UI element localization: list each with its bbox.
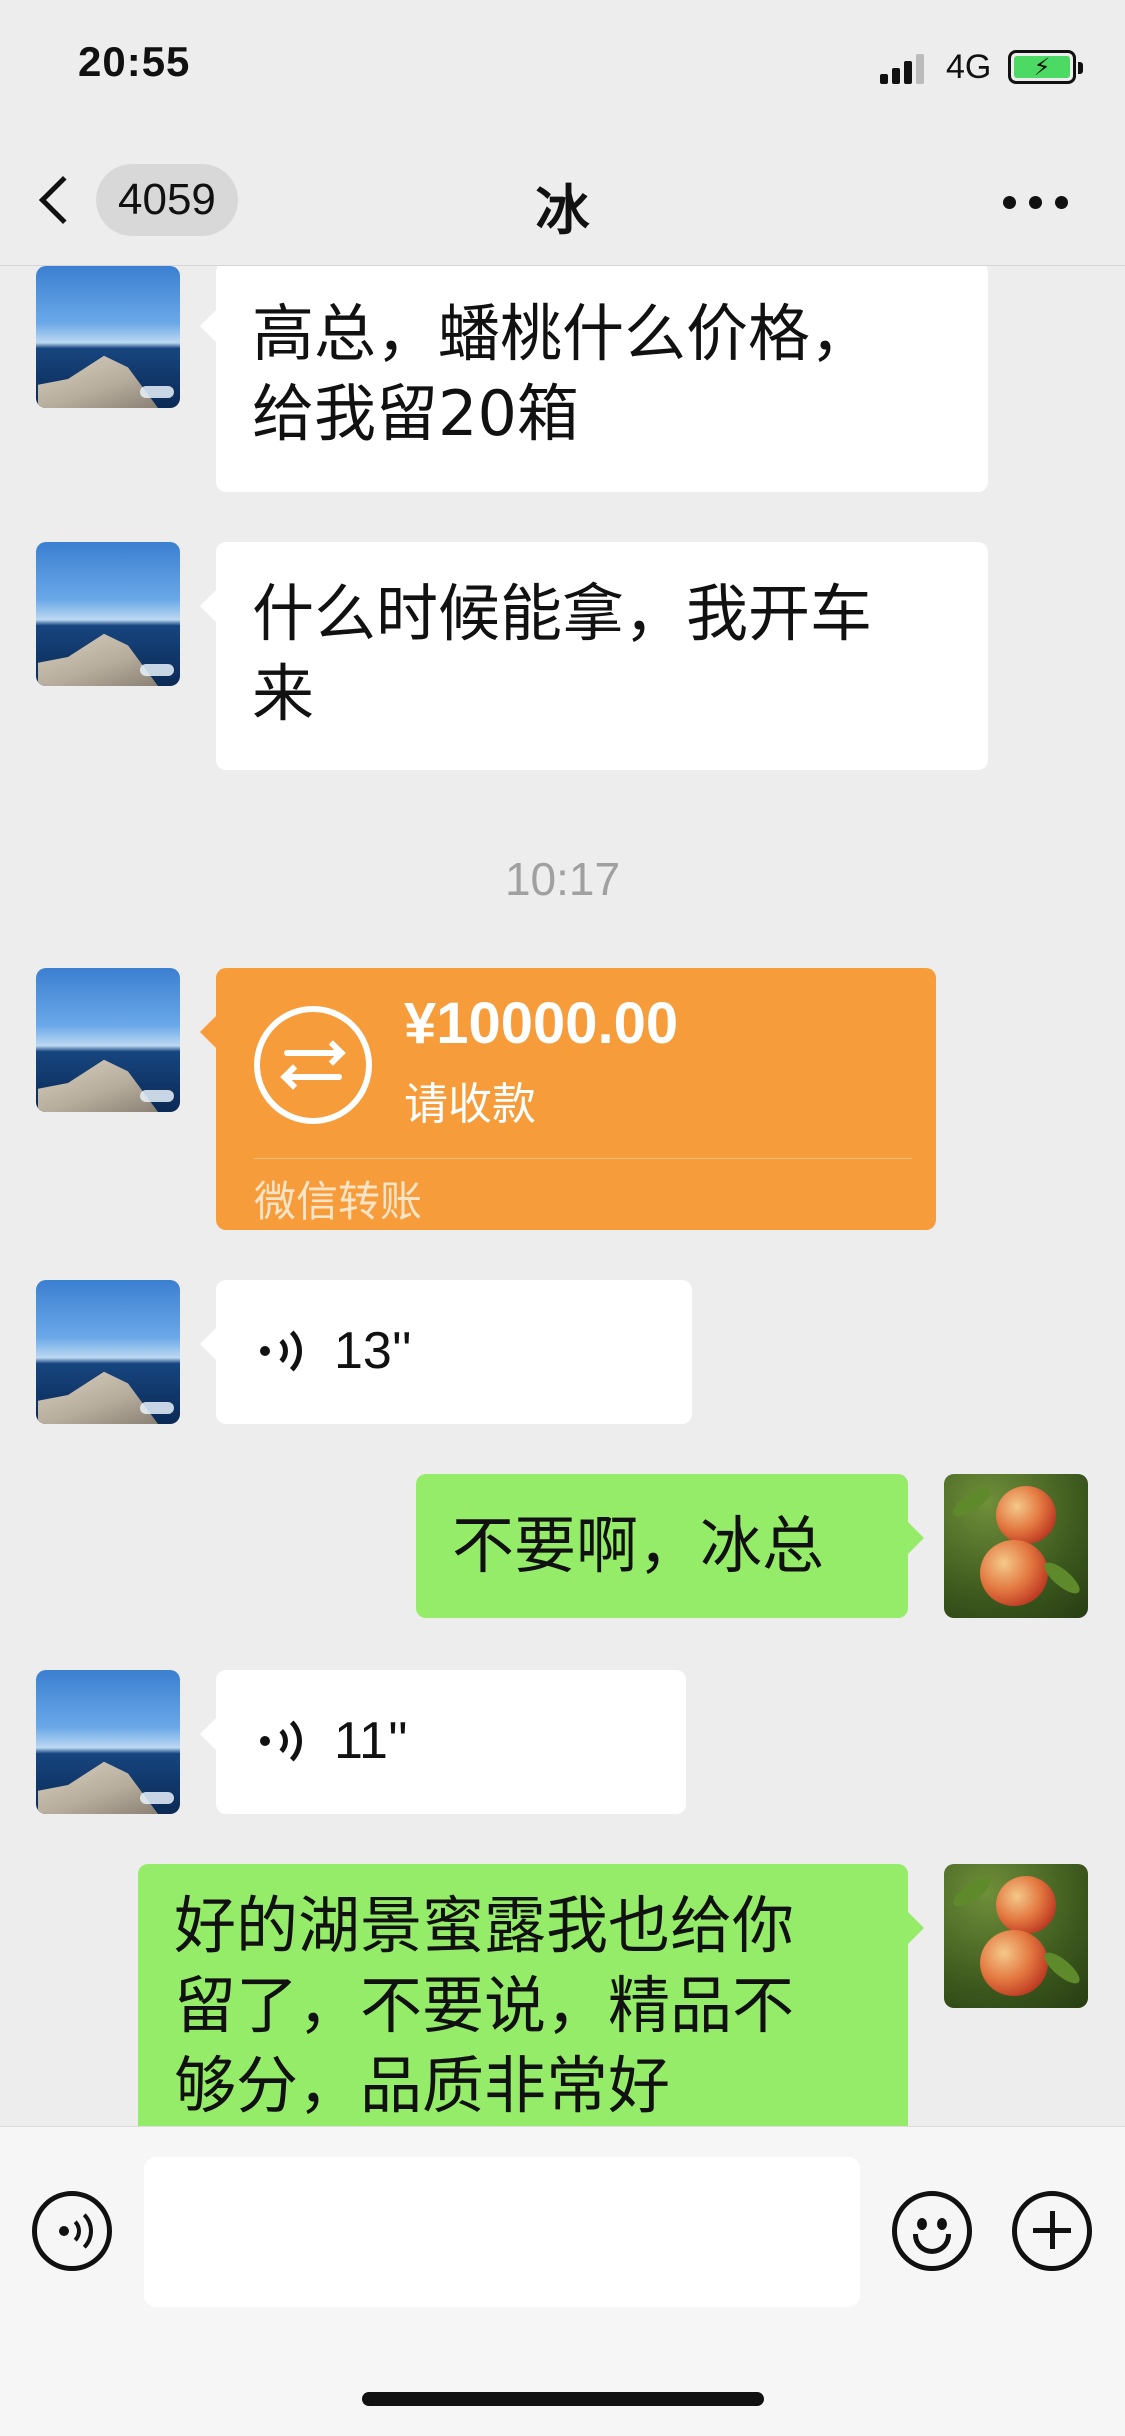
message-text-line: 什么时候能拿，我开车	[252, 577, 873, 650]
contact-avatar[interactable]	[36, 1670, 180, 1814]
message-list[interactable]: 高总，蟠桃什么价格， 给我留20箱 什么时候能拿，我开车 来 10:17 ¥10…	[0, 266, 1125, 2126]
voice-message-bubble[interactable]: 13''	[200, 1280, 692, 1424]
my-avatar[interactable]	[944, 1474, 1088, 1618]
transfer-arrows-icon	[254, 1006, 372, 1124]
message-timestamp: 10:17	[504, 853, 621, 905]
battery-icon: ⚡	[1008, 50, 1083, 84]
message-text-line: 留了，不要说，精品不	[174, 1969, 795, 2042]
message-bubble-outgoing[interactable]: 好的湖景蜜露我也给你 留了，不要说，精品不 够分，品质非常好	[138, 1864, 924, 2126]
message-bubble-incoming[interactable]: 高总，蟠桃什么价格， 给我留20箱	[200, 266, 988, 492]
voice-input-toggle-icon[interactable]	[32, 2191, 112, 2271]
voice-wave-icon	[260, 1712, 306, 1770]
signal-strength-icon	[880, 52, 930, 84]
transfer-footer-label: 微信转账	[254, 1177, 423, 1226]
network-type: 4G	[946, 48, 992, 86]
contact-avatar[interactable]	[36, 968, 180, 1112]
transfer-status: 请收款	[404, 1079, 536, 1130]
message-text-line: 高总，蟠桃什么价格，	[252, 297, 873, 370]
message-text-line: 好的湖景蜜露我也给你	[174, 1889, 795, 1962]
chat-title: 冰	[535, 179, 590, 242]
smiley-icon[interactable]	[892, 2191, 972, 2271]
message-input[interactable]	[144, 2157, 860, 2307]
voice-duration: 13''	[334, 1322, 412, 1380]
message-bubble-incoming[interactable]: 什么时候能拿，我开车 来	[200, 542, 988, 770]
voice-message-bubble[interactable]: 11''	[200, 1670, 686, 1814]
contact-avatar[interactable]	[36, 1280, 180, 1424]
contact-avatar[interactable]	[36, 266, 180, 408]
plus-circle-icon[interactable]	[1012, 2191, 1092, 2271]
charging-bolt-icon: ⚡	[1033, 53, 1051, 81]
message-bubble-outgoing[interactable]: 不要啊，冰总	[416, 1474, 924, 1618]
chat-input-bar	[0, 2126, 1125, 2436]
chat-header: 4059 冰	[0, 140, 1125, 266]
status-time: 20:55	[78, 38, 191, 85]
voice-wave-icon	[260, 1322, 306, 1380]
contact-avatar[interactable]	[36, 542, 180, 686]
transfer-amount: ¥10000.00	[404, 991, 679, 1056]
voice-duration: 11''	[334, 1712, 408, 1770]
transfer-divider	[254, 1158, 912, 1159]
transfer-card[interactable]: ¥10000.00 请收款 微信转账	[200, 968, 936, 1230]
message-text-line: 够分，品质非常好	[174, 2049, 671, 2122]
my-avatar[interactable]	[944, 1864, 1088, 2008]
message-text-line: 给我留20箱	[252, 377, 579, 450]
home-indicator[interactable]	[362, 2392, 764, 2406]
more-dots-icon[interactable]	[1003, 196, 1069, 210]
message-text-line: 不要啊，冰总	[452, 1509, 825, 1582]
status-bar: 20:55 4G ⚡	[0, 0, 1125, 140]
message-text-line: 来	[252, 657, 315, 730]
